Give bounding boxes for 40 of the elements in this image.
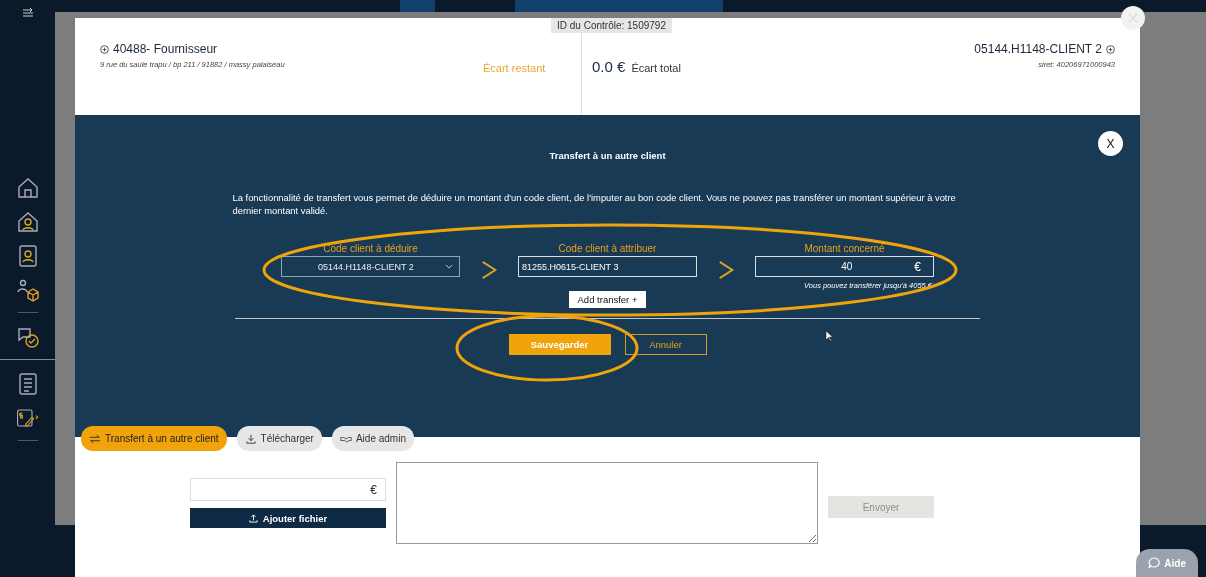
tab[interactable]: Télécharger	[236, 426, 322, 451]
amount-field[interactable]: €	[190, 478, 386, 501]
caret-icon	[445, 264, 453, 269]
plus-circle-icon[interactable]	[1106, 44, 1115, 54]
close-icon	[1126, 11, 1140, 25]
field-label: Montant concerné	[804, 243, 885, 254]
plus-circle-icon[interactable]	[100, 44, 109, 54]
user-house-icon[interactable]	[15, 210, 40, 234]
add-file-button[interactable]: Ajouter fichier	[190, 508, 386, 528]
cursor-icon	[825, 330, 833, 342]
swap-arrows-icon	[89, 433, 101, 444]
close-button[interactable]	[1121, 6, 1145, 30]
chevron-right-icon	[717, 260, 735, 280]
client-code-input[interactable]: 81255.H0615-CLIENT 3	[518, 256, 697, 277]
client-select[interactable]: 05144.H1148-CLIENT 2	[281, 256, 460, 277]
upload-icon	[248, 513, 258, 523]
user-package-icon[interactable]	[15, 278, 40, 302]
control-id-label: ID du Contrôle: 1509792	[551, 18, 672, 33]
dialog-description: La fonctionnalité de transfert vous permet de déduire un montant d'un code client, de l'imputer au bon code client. Vous ne pouvez pas transférer un montant supérieur à votre dernier montant validé.	[232, 191, 957, 217]
tab[interactable]: Transfert à un autre client	[81, 426, 227, 451]
invoice-pen-icon[interactable]	[15, 406, 40, 430]
field-label: Code client à attribuer	[558, 243, 657, 254]
chevron-right-icon	[480, 260, 498, 280]
total-amount: 0.0 €	[592, 58, 626, 75]
comment-textarea[interactable]	[396, 462, 818, 544]
total-label: Écart total	[631, 62, 681, 74]
chat-check-icon[interactable]	[15, 325, 40, 349]
home-icon[interactable]	[15, 176, 40, 200]
tab[interactable]: Aide admin	[331, 426, 414, 451]
client-name: 05144.H1148-CLIENT 2	[974, 42, 1102, 56]
dialog-title: Transfert à un autre client	[549, 150, 666, 161]
amount-input[interactable]: 40 €	[755, 256, 934, 277]
chat-bubble-icon	[1148, 557, 1161, 569]
cancel-button[interactable]: Annuler	[624, 334, 707, 355]
supplier-name: 40488- Fournisseur	[113, 42, 218, 56]
add-transfer-button[interactable]: Add transfer +	[568, 291, 647, 308]
menu-icon[interactable]	[21, 8, 34, 18]
close-button[interactable]: X	[1098, 131, 1123, 156]
remaining-label: Écart restant	[483, 60, 547, 74]
download-icon	[244, 433, 257, 444]
